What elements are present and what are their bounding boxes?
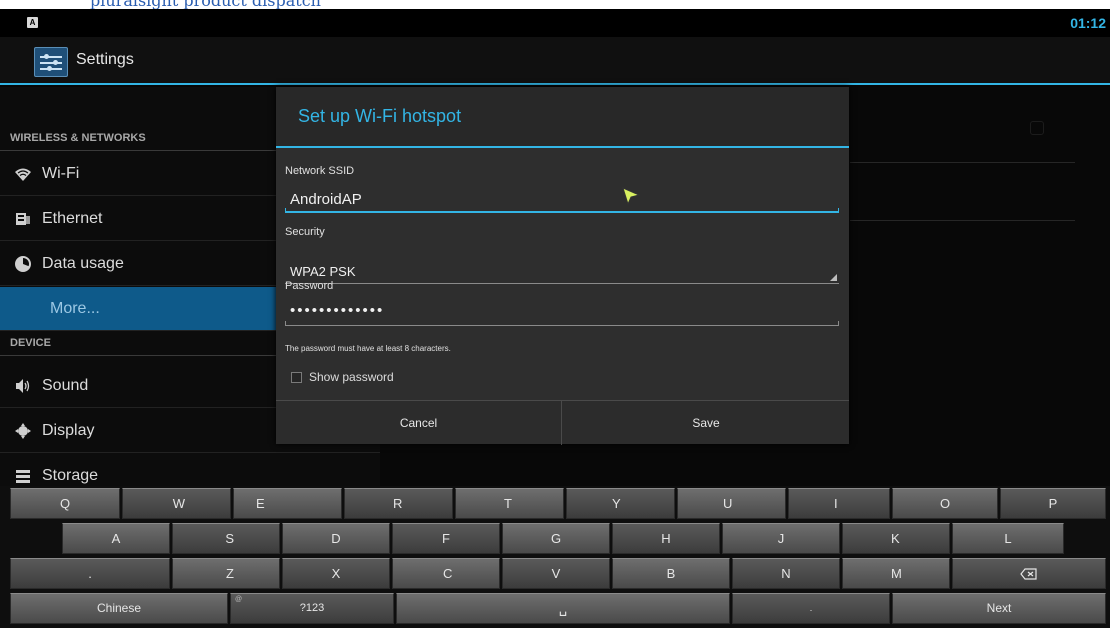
cancel-button[interactable]: Cancel bbox=[276, 401, 562, 445]
dialog-button-bar: Cancel Save bbox=[276, 400, 849, 445]
password-hint: The password must have at least 8 charac… bbox=[285, 344, 451, 353]
key-i[interactable]: I bbox=[788, 488, 890, 519]
action-bar: Settings bbox=[0, 37, 1110, 85]
ssid-underline bbox=[285, 208, 839, 213]
key-y[interactable]: Y bbox=[566, 488, 675, 519]
key-w[interactable]: W bbox=[122, 488, 231, 519]
key-symbols-label: ?123 bbox=[299, 602, 325, 614]
sound-icon bbox=[14, 377, 32, 395]
ssid-input[interactable]: AndroidAP bbox=[285, 187, 839, 213]
dialog-title: Set up Wi-Fi hotspot bbox=[298, 106, 462, 126]
sidebar-item-label: Ethernet bbox=[42, 210, 103, 227]
display-icon bbox=[14, 422, 32, 440]
sidebar-item-label: Storage bbox=[42, 467, 99, 484]
sidebar-item-label: More... bbox=[50, 300, 100, 317]
wifi-icon bbox=[14, 165, 32, 183]
data-usage-icon bbox=[14, 255, 32, 273]
dropdown-arrow-icon bbox=[830, 274, 837, 281]
security-dropdown[interactable]: WPA2 PSK bbox=[285, 262, 839, 284]
mouse-cursor-icon bbox=[622, 187, 641, 206]
key-r[interactable]: R bbox=[344, 488, 453, 519]
dialog-title-bar: Set up Wi-Fi hotspot bbox=[276, 87, 849, 148]
key-n[interactable]: N bbox=[732, 558, 840, 589]
key-c[interactable]: C bbox=[392, 558, 500, 589]
key-a[interactable]: A bbox=[62, 523, 170, 554]
key-e[interactable]: E bbox=[233, 488, 342, 519]
security-label: Security bbox=[285, 226, 325, 238]
key-u[interactable]: U bbox=[677, 488, 786, 519]
screenshot: pluralsight product dispatch A 01:12 Set… bbox=[0, 0, 1110, 628]
key-symbols[interactable]: @ ?123 bbox=[230, 593, 394, 624]
key-space[interactable]: ␣ bbox=[396, 593, 730, 624]
key-o[interactable]: O bbox=[892, 488, 998, 519]
key-v[interactable]: V bbox=[502, 558, 610, 589]
show-password-checkbox[interactable] bbox=[291, 372, 302, 383]
key-p[interactable]: P bbox=[1000, 488, 1106, 519]
key-f[interactable]: F bbox=[392, 523, 500, 554]
settings-icon[interactable] bbox=[34, 47, 68, 77]
password-label: Password bbox=[285, 280, 334, 292]
key-j[interactable]: J bbox=[722, 523, 840, 554]
app-title: Settings bbox=[76, 51, 134, 68]
key-language-chinese[interactable]: Chinese bbox=[10, 593, 228, 624]
soft-keyboard: Q W E R T Y U I O P A S D F G H J K L . … bbox=[0, 486, 1110, 628]
status-bar: A 01:12 bbox=[0, 9, 1110, 37]
sidebar-item-label: Wi-Fi bbox=[42, 165, 80, 182]
key-z[interactable]: Z bbox=[172, 558, 280, 589]
key-next[interactable]: Next bbox=[892, 593, 1106, 624]
divider bbox=[850, 220, 1075, 221]
password-value: ••••••••••••• bbox=[290, 302, 385, 319]
save-button[interactable]: Save bbox=[563, 401, 849, 445]
notification-icon: A bbox=[27, 17, 38, 28]
sidebar-item-label: Sound bbox=[42, 377, 89, 394]
key-l[interactable]: L bbox=[952, 523, 1064, 554]
key-k[interactable]: K bbox=[842, 523, 950, 554]
key-g[interactable]: G bbox=[502, 523, 610, 554]
ssid-label: Network SSID bbox=[285, 165, 355, 177]
key-m[interactable]: M bbox=[842, 558, 950, 589]
key-h[interactable]: H bbox=[612, 523, 720, 554]
divider bbox=[850, 162, 1075, 163]
key-period-2[interactable]: . bbox=[732, 593, 890, 624]
clock: 01:12 bbox=[1070, 15, 1106, 31]
show-password-label[interactable]: Show password bbox=[309, 370, 394, 384]
key-delete[interactable] bbox=[952, 558, 1106, 589]
toggle-icon bbox=[1030, 121, 1044, 135]
delete-icon bbox=[1020, 568, 1038, 580]
key-t[interactable]: T bbox=[455, 488, 564, 519]
security-value: WPA2 PSK bbox=[290, 264, 356, 279]
hotspot-dialog: Set up Wi-Fi hotspot Network SSID Androi… bbox=[276, 87, 849, 445]
password-underline bbox=[285, 321, 839, 326]
key-hint: @ bbox=[235, 596, 243, 603]
android-screen: A 01:12 Settings WIRELESS & NETWORKS Wi-… bbox=[0, 9, 1110, 628]
key-x[interactable]: X bbox=[282, 558, 390, 589]
password-input[interactable]: ••••••••••••• bbox=[285, 300, 839, 326]
key-s[interactable]: S bbox=[172, 523, 280, 554]
key-b[interactable]: B bbox=[612, 558, 730, 589]
key-q[interactable]: Q bbox=[10, 488, 120, 519]
storage-icon bbox=[14, 467, 32, 485]
key-d[interactable]: D bbox=[282, 523, 390, 554]
key-period[interactable]: . bbox=[10, 558, 170, 589]
ethernet-icon bbox=[14, 210, 32, 228]
sidebar-item-label: Display bbox=[42, 422, 95, 439]
ssid-value: AndroidAP bbox=[290, 191, 362, 208]
sidebar-item-label: Data usage bbox=[42, 255, 124, 272]
